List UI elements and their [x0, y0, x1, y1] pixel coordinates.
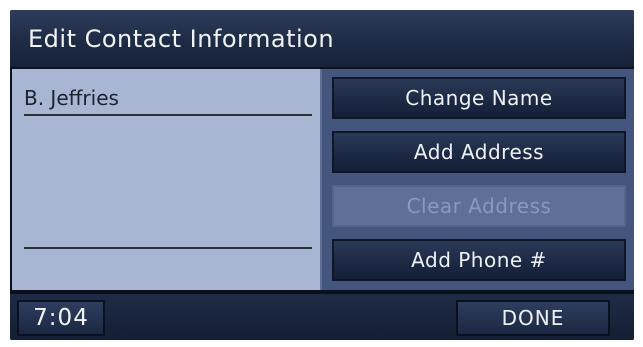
- contact-detail-panel: B. Jeffries: [12, 69, 322, 290]
- contact-name: B. Jeffries: [24, 86, 119, 110]
- contact-name-field[interactable]: B. Jeffries: [24, 86, 312, 116]
- done-button[interactable]: DONE: [456, 300, 610, 336]
- add-phone-button[interactable]: Add Phone #: [332, 239, 626, 281]
- change-name-button[interactable]: Change Name: [332, 77, 626, 119]
- device-bezel: Edit Contact Information B. Jeffries Cha…: [0, 0, 643, 347]
- page-title: Edit Contact Information: [28, 25, 335, 53]
- action-menu: Change Name Add Address Clear Address Ad…: [322, 69, 634, 290]
- screen: Edit Contact Information B. Jeffries Cha…: [10, 10, 634, 340]
- clear-address-button: Clear Address: [332, 185, 626, 227]
- contact-second-line[interactable]: [24, 247, 312, 249]
- title-bar: Edit Contact Information: [10, 10, 634, 69]
- clock-display[interactable]: 7:04: [17, 300, 105, 336]
- bottom-bar: 7:04 DONE: [10, 292, 634, 340]
- add-address-button[interactable]: Add Address: [332, 131, 626, 173]
